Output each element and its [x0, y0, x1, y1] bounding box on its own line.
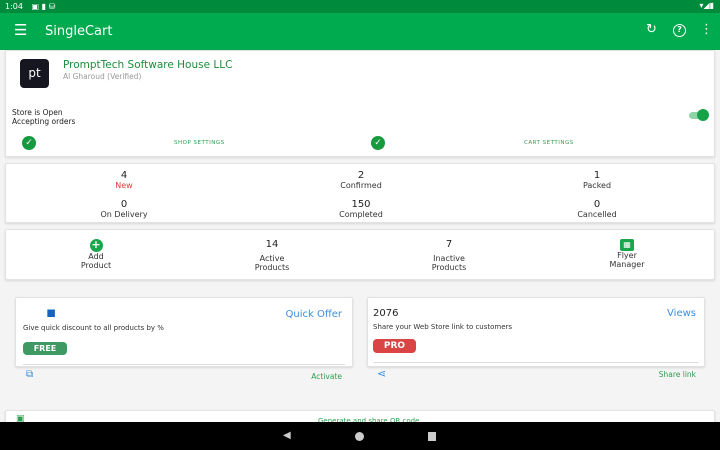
store-logo: pt — [20, 59, 49, 88]
views-label: Views — [667, 308, 696, 319]
add-icon: + — [89, 238, 103, 252]
order-label: On Delivery — [100, 210, 148, 219]
quick-offer-title[interactable]: Quick Offer — [286, 309, 342, 320]
status-bar: 1:04 ▣ ▮ ⛁ ▾◢▮ — [0, 0, 720, 13]
products-card: + Add Product 14 Active Products 7 Inact… — [5, 229, 715, 280]
quick-offer-card: ◆ Quick Offer Give quick discount to all… — [15, 297, 353, 381]
add-product-label: Add — [88, 252, 104, 261]
pro-badge: PRO — [373, 339, 416, 353]
flyer-manager-button[interactable]: ▦ Flyer Manager — [577, 239, 677, 269]
refresh-icon[interactable]: ↻ — [646, 22, 657, 37]
flyer-label: Flyer — [617, 251, 637, 260]
order-count: 4 — [120, 170, 128, 181]
cart-settings-check-icon: ✓ — [371, 136, 385, 150]
home-icon[interactable] — [355, 432, 364, 441]
web-store-card: 2076 Views Share your Web Store link to … — [367, 297, 705, 380]
inactive-label-2: Products — [431, 263, 467, 272]
order-status-confirmed[interactable]: 2 Confirmed — [311, 170, 411, 190]
inactive-count: 7 — [445, 239, 453, 250]
menu-icon[interactable]: ☰ — [14, 21, 27, 39]
active-label: Active — [259, 254, 285, 263]
order-count: 1 — [593, 170, 601, 181]
flyer-label-2: Manager — [609, 260, 645, 269]
order-status-new[interactable]: 4 New — [74, 170, 174, 190]
help-icon[interactable]: ? — [673, 24, 686, 37]
order-label: Packed — [582, 181, 612, 190]
order-count: 2 — [357, 170, 365, 181]
quick-offer-description: Give quick discount to all products by % — [23, 324, 164, 332]
add-product-label-2: Product — [80, 261, 112, 270]
recents-icon[interactable] — [428, 432, 436, 441]
web-store-description: Share your Web Store link to customers — [373, 323, 513, 331]
notification-icons: ▣ ▮ ⛁ — [31, 2, 56, 11]
store-status: Store is Open — [12, 108, 63, 117]
active-products-button[interactable]: 14 Active Products — [222, 239, 322, 272]
order-status-on-delivery[interactable]: 0 On Delivery — [74, 199, 174, 219]
add-product-button[interactable]: + Add Product — [46, 238, 146, 271]
order-label: Cancelled — [577, 210, 617, 219]
inactive-label: Inactive — [433, 254, 465, 263]
flyer-icon: ▦ — [620, 239, 634, 251]
app-title: SingleCart — [45, 24, 113, 39]
back-icon[interactable]: ◀ — [283, 430, 291, 441]
open-external-icon[interactable]: ⧉ — [26, 369, 33, 380]
share-icon[interactable]: ⋖ — [377, 367, 386, 380]
store-name: PromptTech Software House LLC — [63, 59, 233, 71]
cart-settings-button[interactable]: CART SETTINGS — [524, 140, 574, 146]
navigation-bar: ◀ — [0, 422, 720, 450]
shop-settings-button[interactable]: SHOP SETTINGS — [174, 140, 225, 146]
store-subtitle: Al Gharoud (Verified) — [63, 72, 142, 81]
more-options-icon[interactable]: ⋮ — [700, 22, 713, 37]
order-label: Confirmed — [340, 181, 382, 190]
order-status-completed[interactable]: 150 Completed — [311, 199, 411, 219]
wifi-battery-icons: ▾◢▮ — [699, 1, 714, 10]
active-count: 14 — [265, 239, 279, 250]
order-label: Completed — [339, 210, 383, 219]
store-accepting: Accepting orders — [12, 117, 76, 126]
order-status-cancelled[interactable]: 0 Cancelled — [547, 199, 647, 219]
order-count: 0 — [120, 199, 128, 210]
free-badge: FREE — [23, 342, 67, 355]
app-bar: ☰ SingleCart ↻ ? ⋮ — [0, 13, 720, 50]
activate-button[interactable]: Activate — [311, 372, 342, 381]
order-label: New — [115, 181, 133, 190]
order-count: 0 — [593, 199, 601, 210]
tag-icon: ◆ — [41, 303, 61, 323]
inactive-products-button[interactable]: 7 Inactive Products — [399, 239, 499, 272]
store-open-toggle[interactable] — [689, 109, 709, 121]
orders-card: 4 New 2 Confirmed 1 Packed 0 On Delivery 150 Comp… — [5, 163, 715, 223]
status-time: 1:04 — [5, 2, 23, 11]
active-label-2: Products — [254, 263, 290, 272]
order-count: 150 — [351, 199, 371, 210]
order-status-packed[interactable]: 1 Packed — [547, 170, 647, 190]
views-count: 2076 — [373, 308, 399, 319]
share-link-button[interactable]: Share link — [659, 370, 696, 379]
shop-settings-check-icon: ✓ — [22, 136, 36, 150]
store-card: pt PromptTech Software House LLC Al Ghar… — [5, 50, 715, 157]
